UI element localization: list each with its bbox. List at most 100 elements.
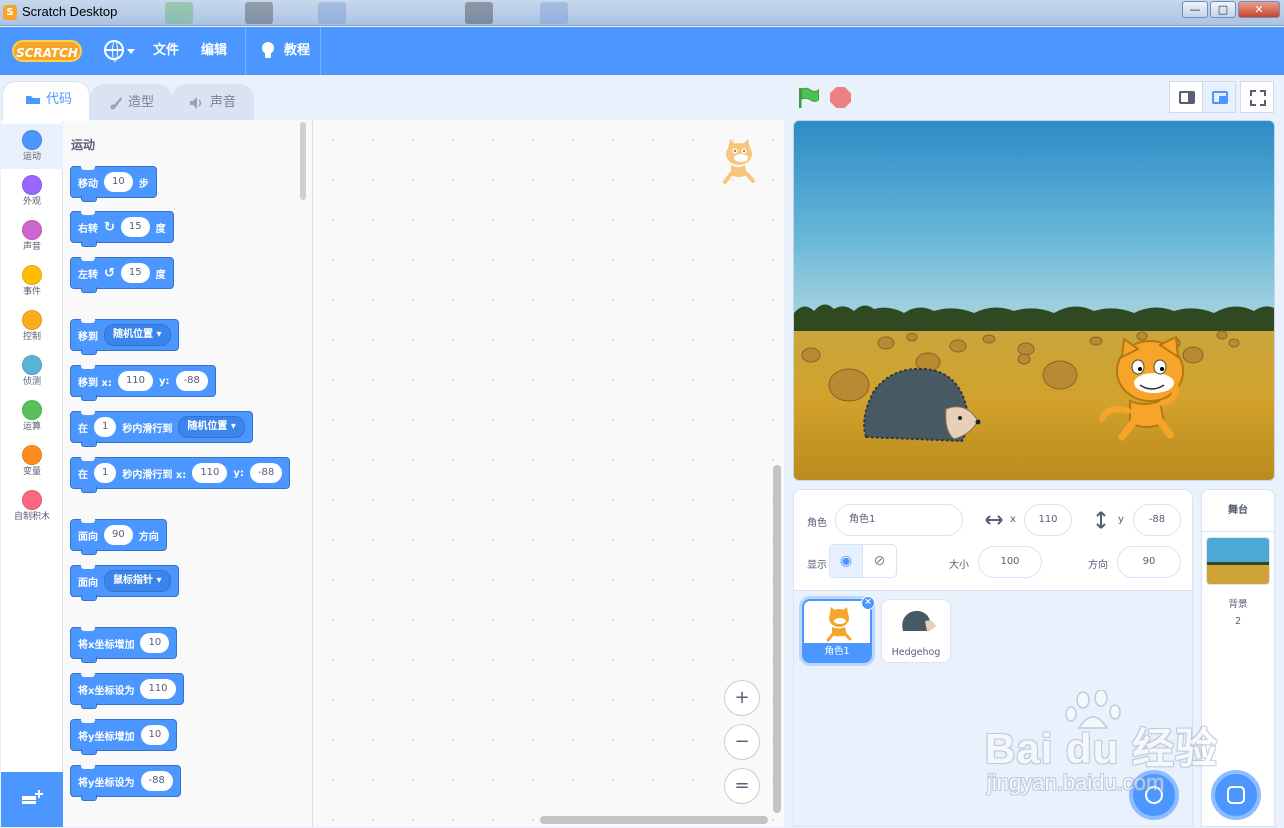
direction-input[interactable]: 90 bbox=[1117, 546, 1181, 578]
choose-sprite-button[interactable] bbox=[1129, 770, 1179, 820]
block-input[interactable]: 110 bbox=[192, 463, 228, 483]
menu-file[interactable]: 文件 bbox=[153, 41, 179, 61]
category-sensing[interactable]: 侦测 bbox=[1, 349, 63, 394]
sprite-tile[interactable]: 角色1 × bbox=[802, 596, 875, 663]
category-operators[interactable]: 运算 bbox=[1, 394, 63, 439]
lightbulb-icon[interactable] bbox=[262, 42, 274, 58]
block-palette: 运动 移动 10 步 右转 ↻ 15 度 左转 ↺ 15 度 移到 随机位置 移… bbox=[63, 120, 313, 827]
chevron-down-icon[interactable] bbox=[127, 49, 135, 54]
scratch-logo[interactable]: SCRATCH bbox=[12, 40, 82, 62]
category-variables[interactable]: 变量 bbox=[1, 439, 63, 484]
palette-section-title: 运动 bbox=[71, 138, 96, 152]
zoom-in-button[interactable]: + bbox=[724, 680, 760, 716]
block-glide-to[interactable]: 在 1 秒内滑行到 随机位置 bbox=[70, 411, 253, 447]
direction-label: 方向 bbox=[1088, 560, 1108, 571]
size-input[interactable]: 100 bbox=[978, 546, 1042, 578]
block-text: 移动 bbox=[78, 178, 98, 190]
block-glide-xy[interactable]: 在 1 秒内滑行到 x: 110 y: -88 bbox=[70, 457, 291, 493]
block-turn-right[interactable]: 右转 ↻ 15 度 bbox=[70, 211, 174, 247]
block-input[interactable]: 110 bbox=[140, 679, 176, 699]
category-dot bbox=[22, 130, 42, 150]
close-button[interactable]: ✕ bbox=[1238, 1, 1280, 18]
category-label: 侦测 bbox=[22, 377, 41, 387]
category-motion[interactable]: 运动 bbox=[1, 124, 63, 169]
backdrop-label: 背景 bbox=[1228, 599, 1248, 610]
small-stage-button[interactable] bbox=[1169, 81, 1203, 113]
category-label: 自制积木 bbox=[13, 512, 50, 522]
block-dropdown[interactable]: 随机位置 bbox=[178, 416, 245, 438]
category-label: 运动 bbox=[22, 152, 41, 162]
block-text: 步 bbox=[138, 178, 149, 190]
choose-backdrop-button[interactable] bbox=[1211, 770, 1261, 820]
block-dropdown[interactable]: 随机位置 bbox=[104, 324, 171, 346]
block-input[interactable]: 15 bbox=[120, 217, 150, 237]
menu-bar: SCRATCH 文件 编辑 教程 bbox=[0, 27, 1284, 75]
menu-tutorials[interactable]: 教程 bbox=[284, 41, 310, 61]
block-text: 右转 bbox=[78, 223, 98, 235]
block-change-y[interactable]: 将y坐标增加 10 bbox=[70, 719, 178, 755]
workspace-vertical-scrollbar[interactable] bbox=[773, 465, 781, 813]
palette-scrollbar[interactable] bbox=[300, 122, 306, 200]
category-dot bbox=[22, 445, 42, 465]
stage-canvas[interactable] bbox=[793, 120, 1275, 481]
category-my-blocks[interactable]: 自制积木 bbox=[1, 484, 63, 529]
maximize-button[interactable]: □ bbox=[1210, 1, 1236, 18]
y-position-input[interactable]: -88 bbox=[1133, 504, 1181, 536]
block-set-y[interactable]: 将y坐标设为 -88 bbox=[70, 765, 181, 801]
globe-icon[interactable] bbox=[104, 40, 124, 62]
zoom-reset-button[interactable]: = bbox=[724, 768, 760, 804]
delete-sprite-button[interactable]: × bbox=[861, 596, 875, 610]
block-input[interactable]: 10 bbox=[140, 725, 170, 745]
sprite-watermark-icon bbox=[723, 139, 755, 184]
stop-icon[interactable] bbox=[830, 87, 851, 108]
block-input[interactable]: -88 bbox=[140, 771, 173, 791]
script-workspace[interactable]: + − = bbox=[313, 120, 784, 827]
menu-edit[interactable]: 编辑 bbox=[201, 41, 227, 61]
block-input[interactable]: 10 bbox=[140, 633, 170, 653]
block-input[interactable]: 1 bbox=[94, 417, 117, 437]
code-icon bbox=[26, 95, 40, 104]
category-events[interactable]: 事件 bbox=[1, 259, 63, 304]
add-extension-button[interactable] bbox=[1, 772, 63, 827]
taskbar-deco bbox=[245, 2, 273, 24]
block-input[interactable]: 1 bbox=[94, 463, 117, 483]
tab-code[interactable]: 代码 bbox=[2, 81, 90, 121]
category-control[interactable]: 控制 bbox=[1, 304, 63, 349]
block-goto-xy[interactable]: 移到 x: 110 y: -88 bbox=[70, 365, 216, 401]
normal-stage-button[interactable] bbox=[1202, 81, 1236, 113]
category-label: 事件 bbox=[22, 287, 41, 297]
show-eye-button[interactable]: ◉ bbox=[830, 545, 864, 577]
block-point-direction[interactable]: 面向 90 方向 bbox=[70, 519, 167, 555]
block-input[interactable]: 10 bbox=[104, 172, 133, 192]
green-flag-icon[interactable] bbox=[797, 87, 819, 109]
block-move-steps[interactable]: 移动 10 步 bbox=[70, 166, 157, 202]
block-change-x[interactable]: 将x坐标增加 10 bbox=[70, 627, 178, 663]
workspace-horizontal-scrollbar[interactable] bbox=[540, 816, 768, 824]
block-input[interactable]: -88 bbox=[175, 371, 208, 391]
tab-costumes[interactable]: 造型 bbox=[90, 84, 172, 120]
category-dot bbox=[22, 175, 42, 195]
category-label: 外观 bbox=[22, 197, 41, 207]
block-input[interactable]: -88 bbox=[249, 463, 283, 483]
block-dropdown[interactable]: 鼠标指针 bbox=[104, 570, 171, 592]
category-looks[interactable]: 外观 bbox=[1, 169, 63, 214]
block-input[interactable]: 90 bbox=[104, 525, 133, 545]
block-input[interactable]: 15 bbox=[120, 263, 150, 283]
fullscreen-button[interactable] bbox=[1240, 81, 1274, 113]
block-turn-left[interactable]: 左转 ↺ 15 度 bbox=[70, 257, 174, 293]
rotate-right-icon: ↻ bbox=[104, 219, 115, 235]
block-input[interactable]: 110 bbox=[117, 371, 154, 391]
block-goto[interactable]: 移到 随机位置 bbox=[70, 319, 179, 355]
block-text: y: bbox=[159, 375, 170, 387]
minimize-button[interactable]: — bbox=[1182, 1, 1208, 18]
hide-eye-button[interactable]: ⊘ bbox=[863, 545, 896, 577]
zoom-out-button[interactable]: − bbox=[724, 724, 760, 760]
sprite-name-input[interactable]: 角色1 bbox=[835, 504, 963, 536]
sprite-tile[interactable]: Hedgehog bbox=[881, 599, 951, 663]
x-position-input[interactable]: 110 bbox=[1024, 504, 1072, 536]
tab-sounds[interactable]: 声音 bbox=[172, 84, 254, 120]
block-set-x[interactable]: 将x坐标设为 110 bbox=[70, 673, 184, 709]
category-dot bbox=[22, 400, 42, 420]
block-point-towards[interactable]: 面向 鼠标指针 bbox=[70, 565, 179, 601]
category-sound[interactable]: 声音 bbox=[1, 214, 63, 259]
